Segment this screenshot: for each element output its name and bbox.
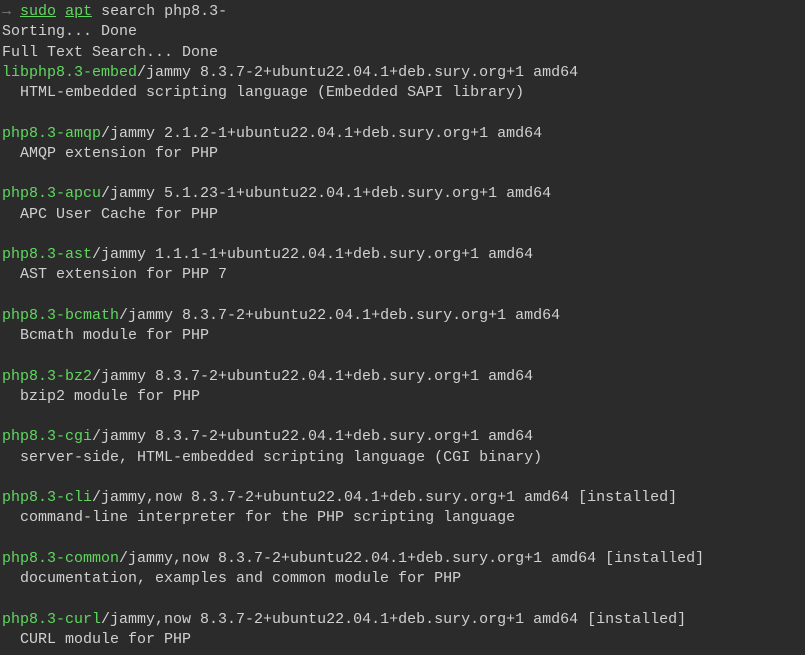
package-meta: /jammy 5.1.23-1+ubuntu22.04.1+deb.sury.o…: [101, 185, 551, 202]
package-meta: /jammy 8.3.7-2+ubuntu22.04.1+deb.sury.or…: [119, 307, 560, 324]
package-header-line: php8.3-common/jammy,now 8.3.7-2+ubuntu22…: [2, 549, 803, 569]
package-entry: php8.3-ast/jammy 1.1.1-1+ubuntu22.04.1+d…: [2, 245, 803, 286]
package-entry: php8.3-apcu/jammy 5.1.23-1+ubuntu22.04.1…: [2, 184, 803, 225]
package-name: php8.3-bcmath: [2, 307, 119, 324]
package-description: documentation, examples and common modul…: [2, 569, 803, 589]
package-meta: /jammy 8.3.7-2+ubuntu22.04.1+deb.sury.or…: [92, 428, 533, 445]
package-name: php8.3-cli: [2, 489, 92, 506]
package-meta: /jammy,now 8.3.7-2+ubuntu22.04.1+deb.sur…: [101, 611, 686, 628]
package-description: server-side, HTML-embedded scripting lan…: [2, 448, 803, 468]
package-meta: /jammy 1.1.1-1+ubuntu22.04.1+deb.sury.or…: [92, 246, 533, 263]
fulltext-status: Full Text Search... Done: [2, 44, 218, 61]
package-entry: php8.3-cli/jammy,now 8.3.7-2+ubuntu22.04…: [2, 488, 803, 529]
package-header-line: php8.3-cgi/jammy 8.3.7-2+ubuntu22.04.1+d…: [2, 427, 803, 447]
package-header-line: php8.3-cli/jammy,now 8.3.7-2+ubuntu22.04…: [2, 488, 803, 508]
package-meta: /jammy,now 8.3.7-2+ubuntu22.04.1+deb.sur…: [92, 489, 677, 506]
package-meta: /jammy,now 8.3.7-2+ubuntu22.04.1+deb.sur…: [119, 550, 704, 567]
package-entry: libphp8.3-embed/jammy 8.3.7-2+ubuntu22.0…: [2, 63, 803, 104]
package-meta: /jammy 8.3.7-2+ubuntu22.04.1+deb.sury.or…: [137, 64, 578, 81]
package-name: php8.3-bz2: [2, 368, 92, 385]
package-name: php8.3-common: [2, 550, 119, 567]
package-entry: php8.3-curl/jammy,now 8.3.7-2+ubuntu22.0…: [2, 610, 803, 651]
package-description: CURL module for PHP: [2, 630, 803, 650]
package-entry: php8.3-bz2/jammy 8.3.7-2+ubuntu22.04.1+d…: [2, 367, 803, 408]
package-header-line: libphp8.3-embed/jammy 8.3.7-2+ubuntu22.0…: [2, 63, 803, 83]
package-header-line: php8.3-bcmath/jammy 8.3.7-2+ubuntu22.04.…: [2, 306, 803, 326]
package-name: libphp8.3-embed: [2, 64, 137, 81]
package-description: HTML-embedded scripting language (Embedd…: [2, 83, 803, 103]
terminal-output: → sudo apt search php8.3- Sorting... Don…: [2, 2, 803, 650]
package-name: php8.3-amqp: [2, 125, 101, 142]
package-header-line: php8.3-amqp/jammy 2.1.2-1+ubuntu22.04.1+…: [2, 124, 803, 144]
package-meta: /jammy 2.1.2-1+ubuntu22.04.1+deb.sury.or…: [101, 125, 542, 142]
package-description: AMQP extension for PHP: [2, 144, 803, 164]
package-header-line: php8.3-bz2/jammy 8.3.7-2+ubuntu22.04.1+d…: [2, 367, 803, 387]
prompt-line: → sudo apt search php8.3-: [2, 3, 227, 20]
package-name: php8.3-cgi: [2, 428, 92, 445]
prompt-arrow-icon: →: [2, 3, 11, 20]
package-entry: php8.3-amqp/jammy 2.1.2-1+ubuntu22.04.1+…: [2, 124, 803, 165]
package-name: php8.3-curl: [2, 611, 101, 628]
package-description: Bcmath module for PHP: [2, 326, 803, 346]
package-meta: /jammy 8.3.7-2+ubuntu22.04.1+deb.sury.or…: [92, 368, 533, 385]
apt-command: apt: [65, 3, 92, 20]
package-entry: php8.3-cgi/jammy 8.3.7-2+ubuntu22.04.1+d…: [2, 427, 803, 468]
command-args: search php8.3-: [101, 3, 227, 20]
package-name: php8.3-ast: [2, 246, 92, 263]
package-header-line: php8.3-curl/jammy,now 8.3.7-2+ubuntu22.0…: [2, 610, 803, 630]
package-entry: php8.3-bcmath/jammy 8.3.7-2+ubuntu22.04.…: [2, 306, 803, 347]
package-entry: php8.3-common/jammy,now 8.3.7-2+ubuntu22…: [2, 549, 803, 590]
sudo-command: sudo: [20, 3, 56, 20]
package-description: bzip2 module for PHP: [2, 387, 803, 407]
packages-list: libphp8.3-embed/jammy 8.3.7-2+ubuntu22.0…: [2, 63, 803, 650]
sorting-status: Sorting... Done: [2, 23, 137, 40]
package-header-line: php8.3-apcu/jammy 5.1.23-1+ubuntu22.04.1…: [2, 184, 803, 204]
package-description: AST extension for PHP 7: [2, 265, 803, 285]
package-description: command-line interpreter for the PHP scr…: [2, 508, 803, 528]
package-name: php8.3-apcu: [2, 185, 101, 202]
package-description: APC User Cache for PHP: [2, 205, 803, 225]
package-header-line: php8.3-ast/jammy 1.1.1-1+ubuntu22.04.1+d…: [2, 245, 803, 265]
